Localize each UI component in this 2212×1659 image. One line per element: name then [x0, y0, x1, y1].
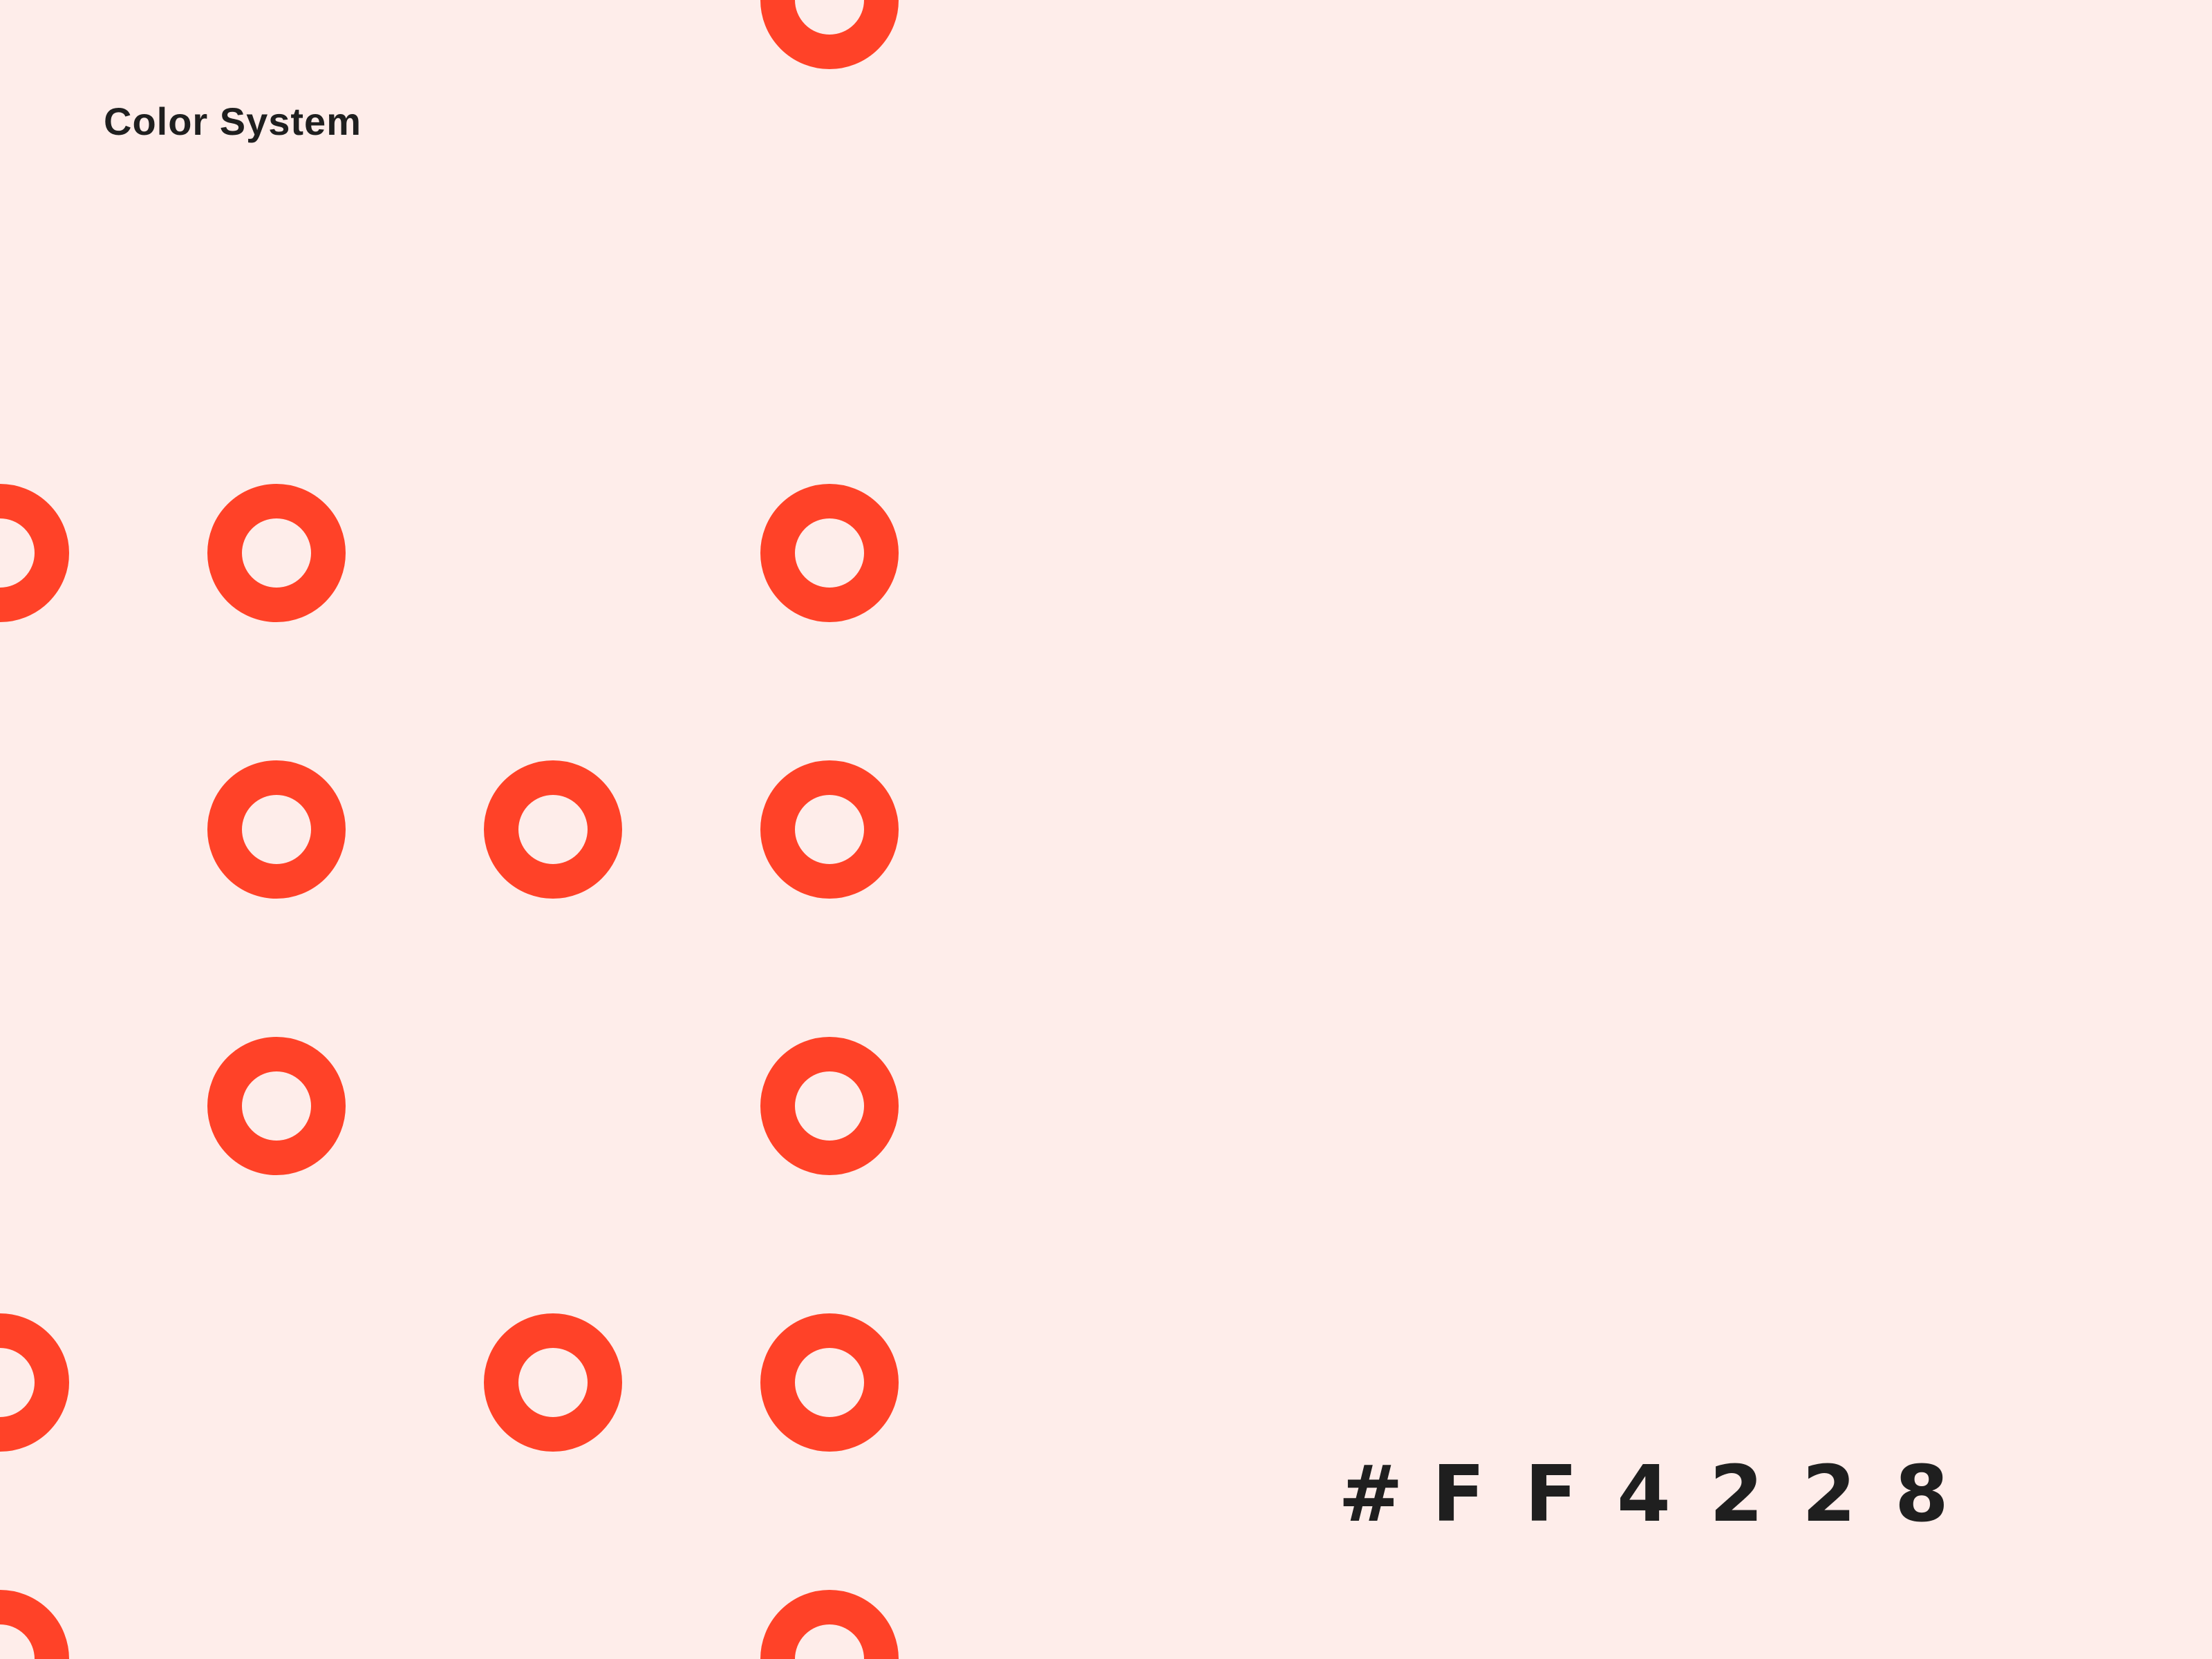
hex-char: F	[1432, 1450, 1485, 1539]
ring-icon	[207, 1037, 346, 1175]
ring-icon	[760, 1313, 899, 1452]
ring-icon	[760, 484, 899, 622]
hex-char: 8	[1895, 1450, 1949, 1539]
ring-icon	[760, 760, 899, 899]
hex-char: F	[1524, 1450, 1578, 1539]
color-system-card: Color System # F F 4 2 2 8	[0, 0, 2212, 1659]
ring-icon	[0, 484, 69, 622]
ring-icon	[484, 760, 622, 899]
ring-pattern	[0, 0, 899, 1659]
ring-icon	[760, 1590, 899, 1659]
ring-icon	[484, 1313, 622, 1452]
ring-icon	[760, 0, 899, 69]
hex-char: 2	[1709, 1450, 1763, 1539]
hex-char: 4	[1617, 1450, 1671, 1539]
ring-icon	[207, 484, 346, 622]
ring-icon	[760, 1037, 899, 1175]
hex-char: #	[1338, 1450, 1403, 1539]
hex-char: 2	[1802, 1450, 1856, 1539]
ring-icon	[207, 760, 346, 899]
ring-icon	[0, 1313, 69, 1452]
ring-icon	[0, 1590, 69, 1659]
hex-code: # F F 4 2 2 8	[1338, 1450, 1960, 1539]
